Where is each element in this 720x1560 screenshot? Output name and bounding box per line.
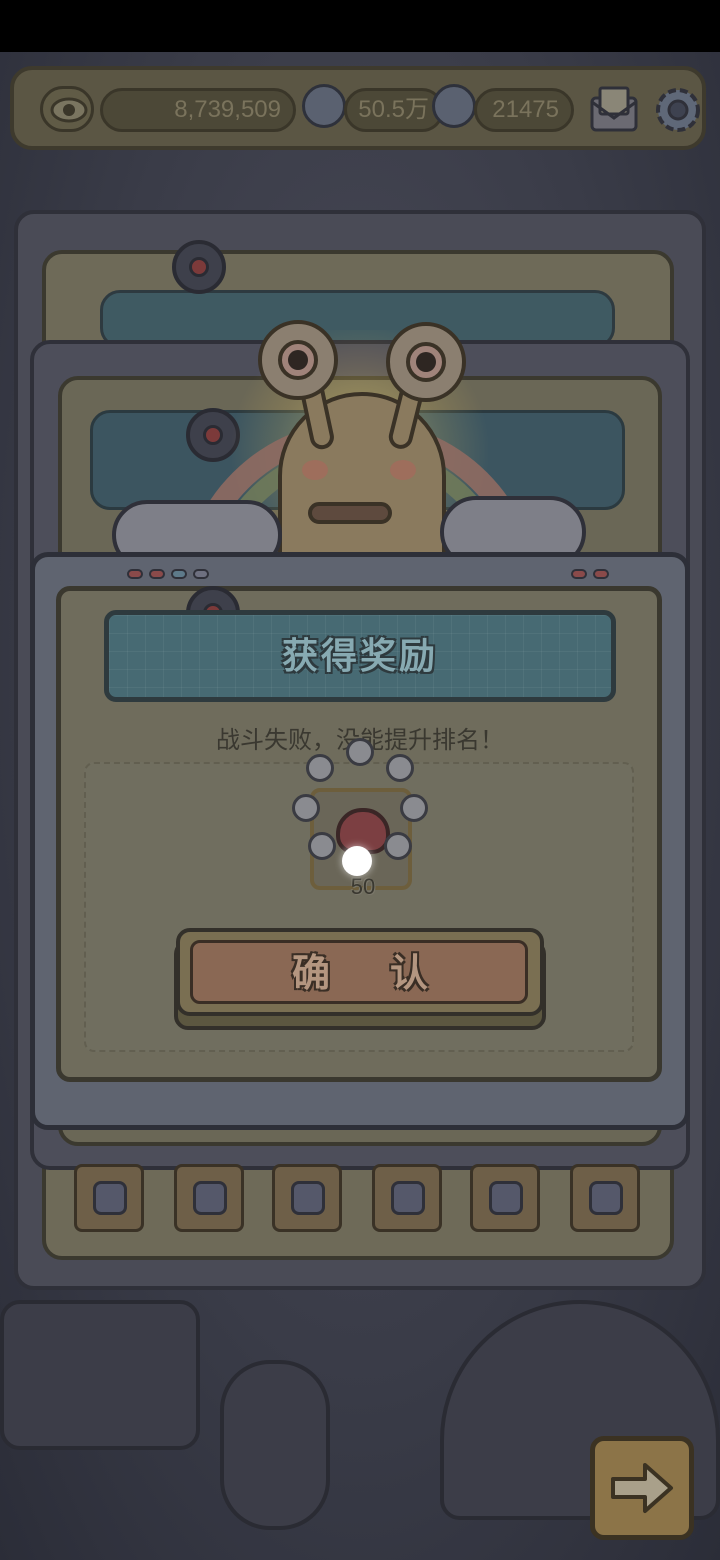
sparkle-orb [400, 794, 428, 822]
floor-canister [220, 1360, 330, 1530]
dress-icon[interactable] [272, 1164, 342, 1232]
sparkle-orb [292, 794, 320, 822]
snail-left-eye [258, 320, 338, 400]
rocket-icon[interactable] [174, 1164, 244, 1232]
resource-bar: 8,739,509 50.5万 21475 [10, 66, 706, 150]
snail-cheek [302, 460, 328, 480]
status-bar [0, 0, 720, 52]
arrow-right-icon [611, 1463, 673, 1513]
sparkle-orb [308, 832, 336, 860]
eye-icon[interactable] [40, 86, 94, 132]
wand-icon[interactable] [372, 1164, 442, 1232]
sparkle-orb [306, 754, 334, 782]
gear-icon[interactable] [650, 82, 706, 138]
mail-icon[interactable] [588, 84, 640, 134]
currency-chat-display: 21475 [474, 88, 574, 132]
equipment-row [60, 1148, 660, 1248]
chat-currency-icon [432, 84, 476, 128]
currency-gold-value: 8,739,509 [174, 96, 281, 123]
floor-machine-left [0, 1300, 200, 1450]
sparkle-orb [346, 738, 374, 766]
dialog-indicator-lights [127, 569, 209, 579]
next-button[interactable] [590, 1436, 694, 1540]
currency-bubble-value: 50.5万 [358, 96, 429, 123]
sparkle-orb [386, 754, 414, 782]
sparkle-orb [384, 832, 412, 860]
currency-gold-display: 8,739,509 [100, 88, 296, 132]
currency-bubble-display: 50.5万 [344, 88, 444, 132]
currency-chat-value: 21475 [492, 96, 559, 123]
snail-cheek [390, 460, 416, 480]
bubble-currency-icon [302, 84, 346, 128]
snail-mouth [308, 502, 392, 524]
reward-item-count: 50 [350, 874, 376, 899]
belt-icon[interactable] [570, 1164, 640, 1232]
connector-node [172, 240, 226, 294]
hoverboard-icon[interactable] [74, 1164, 144, 1232]
touch-indicator [342, 846, 372, 876]
snail-right-eye [386, 322, 466, 402]
dialog-indicator-lights-right [571, 569, 609, 579]
confirm-button-label[interactable]: 确认 [176, 928, 544, 1020]
dialog-title: 获得奖励 [281, 635, 438, 676]
ring-icon[interactable] [470, 1164, 540, 1232]
